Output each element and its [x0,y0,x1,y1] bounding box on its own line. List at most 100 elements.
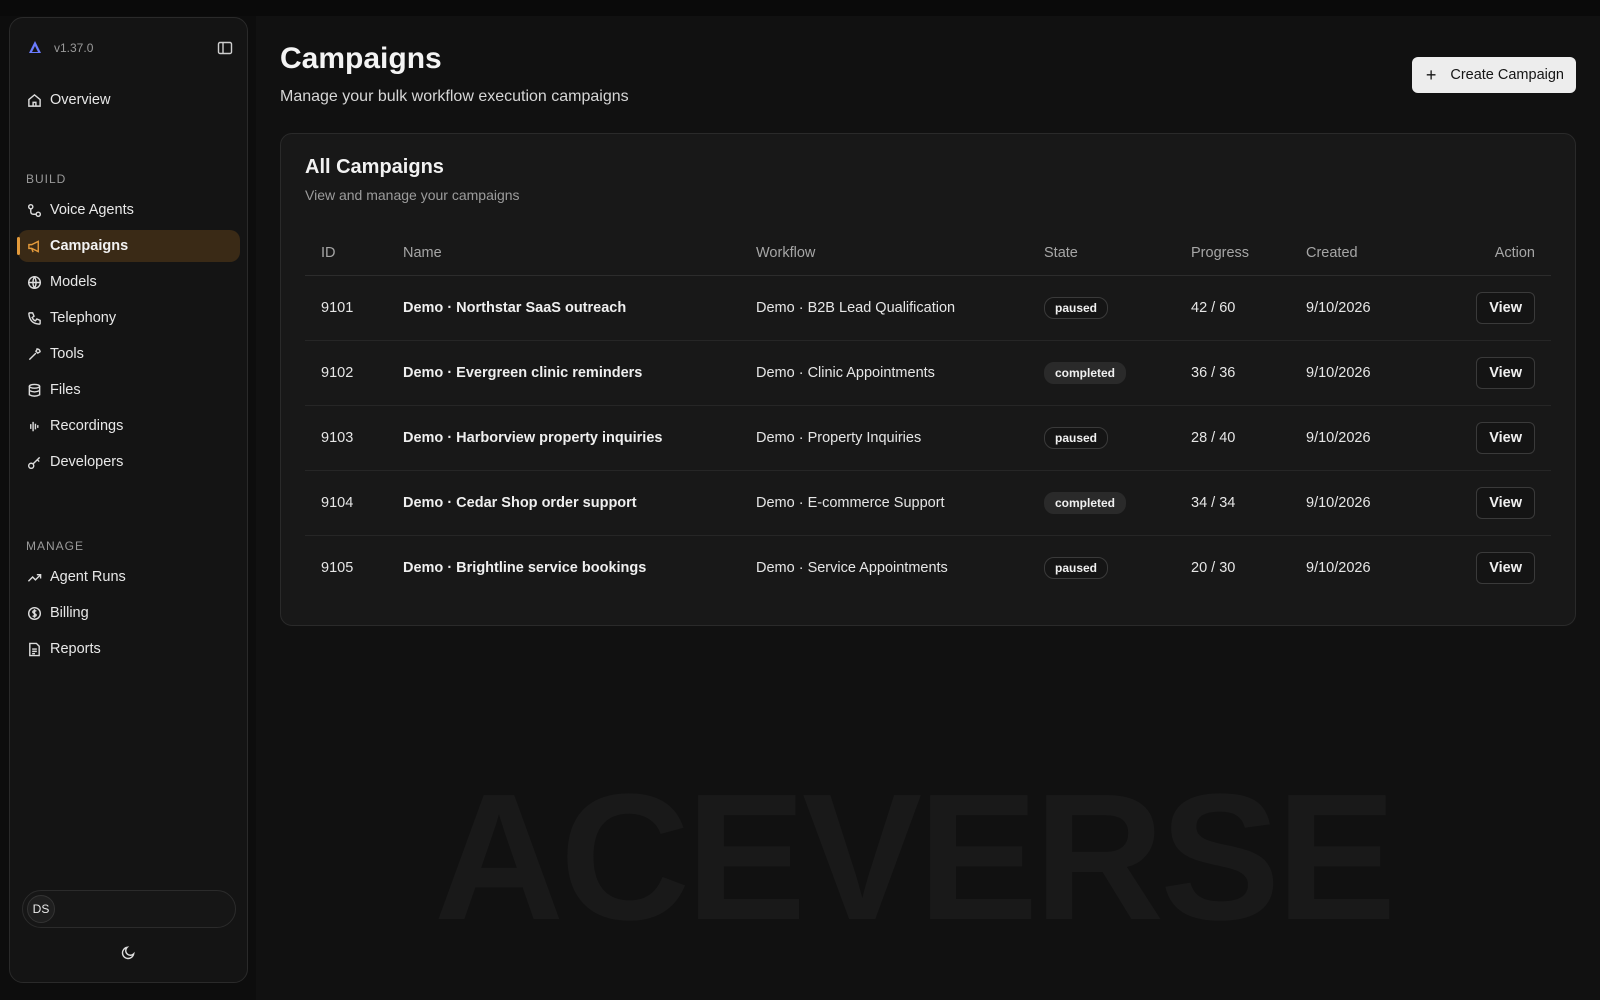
status-badge: paused [1044,296,1109,319]
campaigns-card: All Campaigns View and manage your campa… [280,133,1576,626]
phone-icon [26,310,42,326]
database-icon [26,382,42,398]
app-version: v1.37.0 [54,41,94,55]
page-subtitle: Manage your bulk workflow execution camp… [280,88,629,105]
sidebar-item-voice-agents[interactable]: Voice Agents [18,194,240,226]
sidebar-item-telephony[interactable]: Telephony [18,302,240,334]
campaign-progress: 42 / 60 [1175,275,1290,341]
home-icon [26,92,42,108]
sidebar-item-label: Files [50,382,81,398]
view-button[interactable]: View [1476,551,1535,584]
sidebar: v1.37.0 Overview BUILD Voice Agents Camp… [9,17,248,983]
campaign-created: 9/10/2026 [1290,470,1415,536]
campaign-state: paused [1028,535,1175,600]
column-header-name[interactable]: Name [387,231,740,276]
status-badge: completed [1044,491,1127,514]
campaign-workflow: Demo · Clinic Appointments [740,340,1028,406]
card-subtitle: View and manage your campaigns [305,187,520,203]
campaign-id: 9103 [305,405,387,471]
campaign-action: View [1415,405,1551,471]
campaign-id: 9101 [305,275,387,341]
column-header-workflow[interactable]: Workflow [740,231,1028,276]
sidebar-item-tools[interactable]: Tools [18,338,240,370]
sidebar-item-label: Tools [50,346,84,362]
sidebar-item-label: Campaigns [50,238,129,254]
column-header-created[interactable]: Created [1290,231,1415,276]
table-row[interactable]: 9102 Demo · Evergreen clinic reminders D… [305,340,1551,406]
trending-up-icon [26,569,42,585]
table-row[interactable]: 9104 Demo · Cedar Shop order support Dem… [305,470,1551,536]
avatar: DS [27,895,55,923]
section-label-manage: MANAGE [26,539,85,553]
megaphone-icon [26,238,42,254]
sidebar-item-billing[interactable]: Billing [18,597,240,629]
status-badge: paused [1044,556,1109,579]
campaign-created: 9/10/2026 [1306,559,1371,576]
sidebar-item-models[interactable]: Models [18,266,240,298]
sidebar-item-label: Developers [50,454,124,470]
main-content: Campaigns Manage your bulk workflow exec… [256,16,1600,1000]
sidebar-toggle-icon[interactable] [215,38,235,58]
view-button[interactable]: View [1476,356,1535,389]
column-header-id[interactable]: ID [305,231,387,276]
sidebar-item-files[interactable]: Files [18,374,240,406]
status-badge: completed [1044,361,1127,384]
top-bar [0,0,1600,16]
campaign-action: View [1415,470,1551,536]
column-header-progress[interactable]: Progress [1175,231,1290,276]
campaigns-table: ID Name Workflow State Progress Created … [305,231,1551,600]
sidebar-item-recordings[interactable]: Recordings [18,410,240,442]
key-icon [26,454,42,470]
campaign-state: paused [1028,275,1175,341]
sidebar-item-label: Telephony [50,310,117,326]
campaign-id: 9102 [305,340,387,406]
sidebar-item-reports[interactable]: Reports [18,633,240,665]
campaign-id: 9104 [305,470,387,536]
campaign-progress: 28 / 40 [1175,405,1290,471]
view-button[interactable]: View [1476,421,1535,454]
sidebar-item-label: Overview [50,92,111,108]
campaign-workflow: Demo · Service Appointments [756,559,948,576]
campaign-name: Demo · Harborview property inquiries [387,405,740,471]
sidebar-item-developers[interactable]: Developers [18,446,240,478]
campaign-id: 9105 [321,559,354,576]
campaign-created: 9/10/2026 [1290,275,1415,341]
globe-icon [26,274,42,290]
campaign-name: Demo · Cedar Shop order support [387,470,740,536]
column-header-state[interactable]: State [1028,231,1175,276]
wrench-icon [26,346,42,362]
sidebar-item-agent-runs[interactable]: Agent Runs [18,561,240,593]
dollar-circle-icon [26,605,42,621]
create-campaign-label: Create Campaign [1450,67,1564,83]
table-row[interactable]: 9105 Demo · Brightline service bookings … [305,535,1551,600]
view-button[interactable]: View [1476,486,1535,519]
campaign-name: Demo · Brightline service bookings [403,559,647,576]
sidebar-item-label: Models [50,274,97,290]
card-title: All Campaigns [305,156,444,178]
campaign-action: View [1415,275,1551,341]
table-row[interactable]: 9103 Demo · Harborview property inquirie… [305,405,1551,471]
sidebar-item-campaigns[interactable]: Campaigns [17,230,240,262]
sidebar-item-label: Voice Agents [50,202,134,218]
campaign-action: View [1415,340,1551,406]
status-badge: paused [1044,426,1109,449]
sidebar-header: v1.37.0 [26,36,235,60]
campaign-name: Demo · Northstar SaaS outreach [387,275,740,341]
sidebar-item-overview[interactable]: Overview [18,84,240,116]
workflow-icon [26,202,42,218]
view-button[interactable]: View [1476,291,1535,324]
create-campaign-button[interactable]: + Create Campaign [1411,57,1576,93]
moon-icon[interactable] [118,942,138,962]
campaign-state: paused [1028,405,1175,471]
user-menu[interactable]: DS [22,890,236,928]
campaign-created: 9/10/2026 [1290,340,1415,406]
campaign-progress: 36 / 36 [1175,340,1290,406]
campaign-workflow: Demo · Property Inquiries [740,405,1028,471]
sidebar-item-label: Reports [50,641,101,657]
table-row[interactable]: 9101 Demo · Northstar SaaS outreach Demo… [305,275,1551,341]
campaign-name: Demo · Evergreen clinic reminders [387,340,740,406]
sidebar-item-label: Billing [50,605,89,621]
plus-icon: + [1425,65,1437,85]
app-logo-icon [26,39,44,57]
campaign-action: View [1415,535,1551,600]
